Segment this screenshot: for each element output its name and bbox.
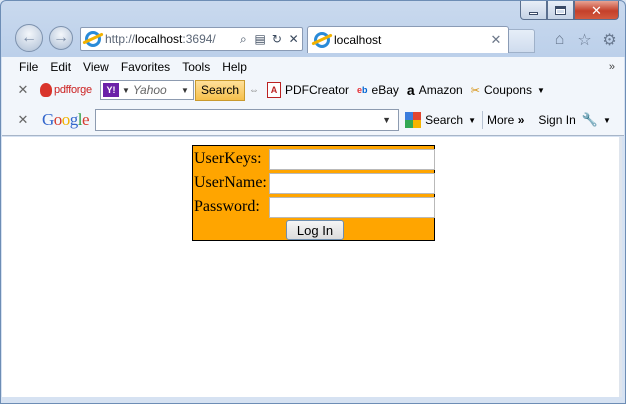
pdfforge-logo[interactable]: pdfforge — [40, 83, 98, 97]
address-url[interactable]: http://localhost:3694/ — [105, 32, 235, 46]
toolbar-grip-icon[interactable]: ⇔ — [249, 85, 259, 96]
yahoo-icon: Y! — [103, 83, 119, 97]
gear-icon[interactable]: ⚙ — [600, 30, 619, 49]
minimize-icon — [529, 11, 538, 15]
menu-help[interactable]: Help — [222, 60, 253, 74]
pdfforge-toolbar: ✕ pdfforge Y! ▼ Yahoo ▼ Search ⇔ A PDFCr… — [2, 76, 624, 104]
login-form: UserKeys: UserName: Password: Log In — [192, 145, 435, 241]
yahoo-search-input[interactable]: Y! ▼ Yahoo ▼ — [100, 80, 194, 100]
ebay-link[interactable]: eb eBay — [357, 83, 399, 97]
close-icon: ✕ — [591, 2, 602, 18]
icon-tile — [413, 120, 422, 128]
sign-in-button[interactable]: Sign In — [538, 113, 575, 127]
toolbars: File Edit View Favorites Tools Help » ✕ … — [2, 57, 624, 136]
wrench-icon[interactable]: 🔧 — [582, 112, 598, 128]
url-path: :3694/ — [182, 32, 216, 46]
google-search-icon — [405, 112, 422, 128]
home-icon[interactable]: ⌂ — [550, 30, 569, 49]
close-toolbar-icon[interactable]: ✕ — [16, 112, 30, 128]
browser-window: ✕ ← → http://localhost:3694/ ⌕ ▤ ↻ ✕ loc… — [0, 0, 626, 404]
amazon-label: Amazon — [418, 83, 463, 97]
tab-favicon-icon — [314, 32, 330, 48]
password-label: Password: — [194, 198, 260, 215]
username-label: UserName: — [194, 174, 267, 191]
chevron-down-icon[interactable]: ▼ — [181, 86, 193, 95]
amazon-link[interactable]: a Amazon — [407, 82, 463, 98]
username-row: UserName: — [194, 172, 435, 194]
caption-buttons: ✕ — [520, 1, 619, 20]
ebay-icon: eb — [357, 85, 368, 95]
coupons-icon: ✂ — [470, 84, 480, 97]
close-toolbar-icon[interactable]: ✕ — [16, 82, 30, 98]
menu-edit[interactable]: Edit — [50, 60, 77, 74]
chevron-down-icon[interactable]: ▼ — [382, 115, 394, 125]
search-icon[interactable]: ⌕ — [235, 32, 252, 47]
compatibility-view-icon[interactable]: ▤ — [252, 32, 269, 46]
menu-favorites[interactable]: Favorites — [121, 60, 176, 74]
page-content: UserKeys: UserName: Password: Log In — [2, 137, 620, 397]
menu-tools[interactable]: Tools — [182, 60, 216, 74]
pdfforge-flame-icon — [40, 83, 52, 97]
pdfcreator-link[interactable]: A PDFCreator — [267, 82, 349, 98]
password-row: Password: — [194, 196, 435, 218]
yahoo-search-button[interactable]: Search — [195, 79, 245, 101]
back-arrow-icon: ← — [21, 29, 37, 46]
userkeys-label: UserKeys: — [194, 150, 262, 167]
more-button[interactable]: More » — [487, 113, 524, 127]
address-bar[interactable]: http://localhost:3694/ ⌕ ▤ ↻ ✕ — [80, 27, 303, 51]
ie-page-icon — [85, 31, 101, 47]
google-search-label: Search — [425, 113, 464, 127]
ebay-label: eBay — [371, 83, 399, 97]
maximize-icon — [555, 5, 566, 15]
page-edge — [619, 137, 622, 397]
icon-tile — [413, 112, 422, 120]
google-toolbar: ✕ Google ▼ Search ▼ More » Sign In 🔧 ▼ — [2, 106, 624, 134]
icon-tile — [405, 112, 414, 120]
tab-title: localhost — [334, 33, 382, 47]
menu-view[interactable]: View — [83, 60, 115, 74]
coupons-label: Coupons — [483, 83, 532, 97]
google-search-button[interactable]: Search ▼ — [405, 112, 476, 128]
toolbar-divider — [482, 111, 484, 129]
maximize-button[interactable] — [547, 1, 574, 20]
amazon-icon: a — [406, 82, 415, 98]
favorites-star-icon[interactable]: ☆ — [575, 30, 594, 49]
pdfforge-label: pdfforge — [54, 84, 92, 96]
menu-file[interactable]: File — [19, 60, 44, 74]
username-input[interactable] — [269, 172, 435, 194]
minimize-button[interactable] — [520, 1, 547, 20]
pdf-icon: A — [267, 82, 281, 98]
tab-localhost[interactable]: localhost ✕ — [307, 26, 509, 53]
forward-button[interactable]: → — [49, 26, 73, 50]
menu-bar: File Edit View Favorites Tools Help — [2, 57, 624, 77]
url-host: localhost — [135, 32, 183, 46]
coupons-link[interactable]: ✂ Coupons ▼ — [471, 83, 545, 97]
chevron-down-icon[interactable]: ▼ — [603, 116, 611, 125]
refresh-icon[interactable]: ↻ — [269, 32, 286, 46]
engine-dropdown-icon[interactable]: ▼ — [122, 86, 130, 95]
chevron-down-icon[interactable]: ▼ — [537, 86, 545, 95]
stop-icon[interactable]: ✕ — [285, 32, 302, 46]
double-chevron-icon: » — [517, 113, 525, 127]
pdfcreator-label: PDFCreator — [285, 83, 350, 97]
google-logo[interactable]: Google — [42, 110, 90, 130]
more-label: More — [487, 113, 515, 127]
back-button[interactable]: ← — [15, 24, 43, 52]
url-scheme: http:// — [105, 32, 136, 46]
navigation-row: ← → http://localhost:3694/ ⌕ ▤ ↻ ✕ local… — [1, 21, 626, 57]
toolbar-overflow-chevron-icon[interactable]: » — [609, 61, 615, 73]
browser-tools: ⌂ ☆ ⚙ — [550, 30, 619, 49]
yahoo-placeholder: Yahoo — [132, 83, 167, 97]
google-search-input[interactable]: ▼ — [95, 109, 400, 131]
userkeys-row: UserKeys: — [194, 148, 435, 170]
forward-arrow-icon: → — [53, 29, 69, 46]
userkeys-input[interactable] — [269, 148, 435, 170]
chevron-down-icon[interactable]: ▼ — [468, 116, 476, 125]
new-tab-button[interactable] — [509, 29, 535, 53]
tab-close-icon[interactable]: ✕ — [488, 32, 504, 48]
log-in-button[interactable]: Log In — [286, 220, 344, 240]
password-input[interactable] — [269, 196, 435, 218]
icon-tile — [405, 120, 414, 128]
close-window-button[interactable]: ✕ — [574, 1, 619, 20]
